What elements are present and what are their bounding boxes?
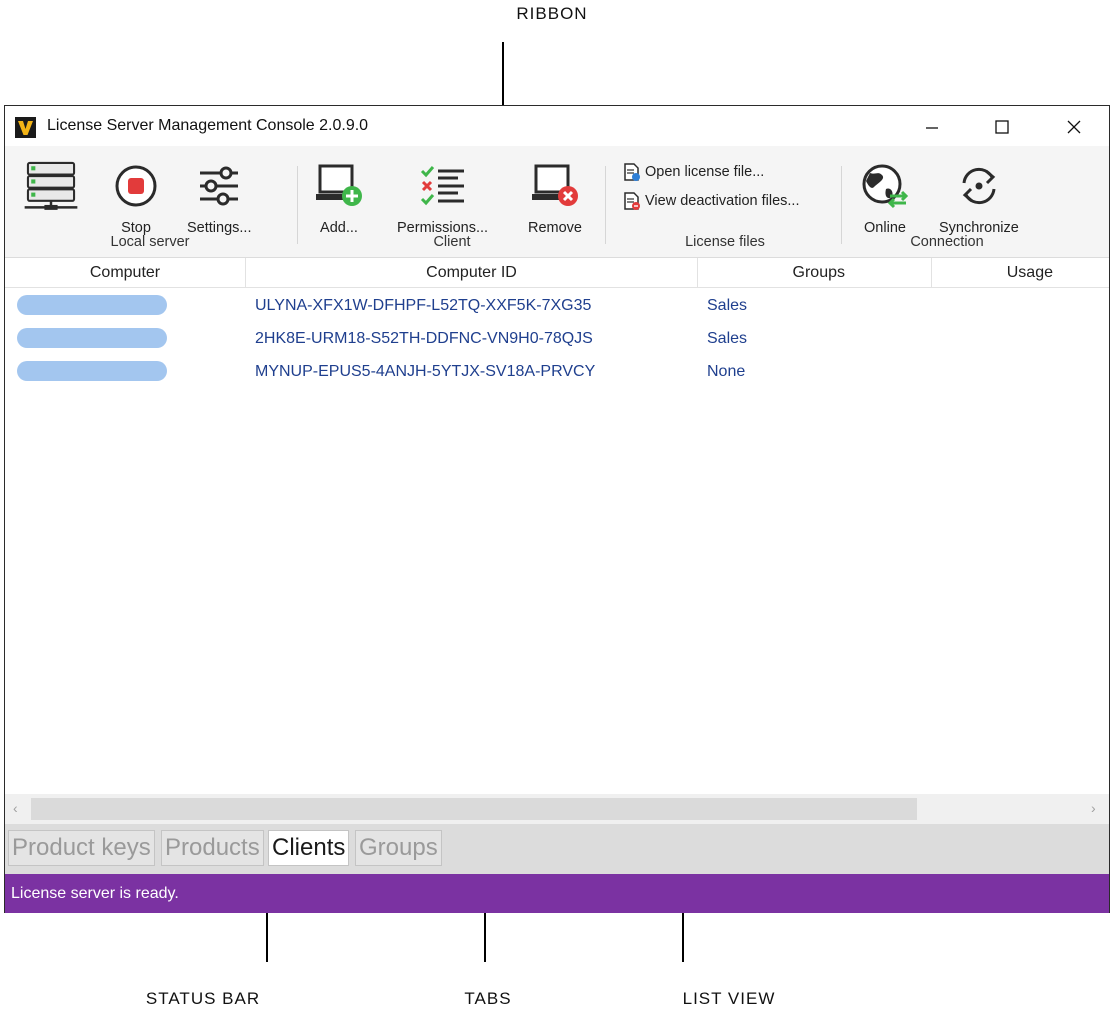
stop-icon [108, 158, 164, 214]
computer-id-cell: ULYNA-XFX1W-DFHPF-L52TQ-XXF5K-7XG35 [255, 297, 592, 314]
column-header-groups[interactable]: Groups [698, 258, 932, 288]
scroll-left-icon[interactable]: ‹ [13, 800, 18, 816]
column-header-computer[interactable]: Computer [5, 258, 246, 288]
deactivation-file-icon [621, 190, 643, 212]
ribbon: Stop Settings... Local server Add... Per… [5, 146, 1109, 258]
group-label-connection: Connection [910, 234, 984, 250]
table-row[interactable]: ULYNA-XFX1W-DFHPF-L52TQ-XXF5K-7XG35 Sale… [5, 289, 1109, 322]
ribbon-separator [841, 166, 842, 244]
computer-name-redacted [17, 295, 167, 315]
group-label-client: Client [433, 234, 471, 250]
synchronize-button[interactable]: Synchronize [939, 158, 1019, 236]
callout-label-list-view: LIST VIEW [682, 989, 776, 1008]
group-label-local-server: Local server [110, 234, 190, 250]
callout-label-status-bar: STATUS BAR [145, 989, 261, 1008]
column-header-computer-id[interactable]: Computer ID [246, 258, 698, 288]
open-license-file-label: Open license file... [645, 164, 765, 180]
maximize-button[interactable] [979, 110, 1025, 144]
online-button[interactable]: Online [857, 158, 913, 236]
column-header-usage[interactable]: Usage [932, 258, 1109, 288]
window-title: License Server Management Console 2.0.9.… [47, 117, 369, 134]
status-bar: License server is ready. [5, 874, 1109, 913]
add-computer-icon [311, 158, 367, 214]
settings-button[interactable]: Settings... [187, 158, 251, 236]
sync-icon [951, 158, 1007, 214]
tabs-bar: Product keys Products Clients Groups [5, 824, 1109, 874]
permissions-checklist-icon [415, 158, 471, 214]
scrollbar-thumb[interactable] [31, 798, 917, 820]
callout-label-tabs: TABS [464, 989, 512, 1008]
add-client-button[interactable]: Add... [311, 158, 367, 236]
remove-client-button[interactable]: Remove [527, 158, 583, 236]
horizontal-scrollbar[interactable]: ‹ › [5, 794, 1109, 824]
view-deactivation-files-button[interactable]: View deactivation files... [621, 190, 799, 212]
view-deactivation-files-label: View deactivation files... [645, 193, 800, 209]
title-bar: License Server Management Console 2.0.9.… [5, 106, 1109, 146]
license-file-icon [621, 161, 643, 183]
computer-id-cell: MYNUP-EPUS5-4ANJH-5YTJX-SV18A-PRVCY [255, 363, 596, 380]
list-view: Computer Computer ID Groups Usage ULYNA-… [5, 258, 1109, 824]
callout-label-ribbon: RIBBON [516, 4, 588, 23]
group-label-license-files: License files [685, 234, 765, 250]
app-window: License Server Management Console 2.0.9.… [4, 105, 1110, 913]
globe-sync-icon [857, 158, 913, 214]
close-button[interactable] [1051, 110, 1097, 144]
permissions-button[interactable]: Permissions... [397, 158, 488, 236]
list-header: Computer Computer ID Groups Usage [5, 258, 1109, 288]
group-cell: None [707, 363, 746, 380]
tab-clients[interactable]: Clients [268, 830, 350, 866]
minimize-button[interactable] [909, 110, 955, 144]
status-text: License server is ready. [11, 885, 179, 902]
app-logo-icon [15, 117, 36, 138]
scroll-right-icon[interactable]: › [1091, 800, 1096, 816]
computer-name-redacted [17, 328, 167, 348]
settings-sliders-icon [191, 158, 247, 214]
stop-button[interactable]: Stop [108, 158, 164, 236]
settings-label: Settings... [187, 220, 252, 236]
remove-computer-icon [527, 158, 583, 214]
tab-products[interactable]: Products [161, 830, 264, 866]
group-cell: Sales [707, 297, 748, 314]
computer-id-cell: 2HK8E-URM18-S52TH-DDFNC-VN9H0-78QJS [255, 330, 593, 347]
ribbon-separator [605, 166, 606, 244]
table-row[interactable]: MYNUP-EPUS5-4ANJH-5YTJX-SV18A-PRVCY None [5, 355, 1109, 388]
server-status-button[interactable] [23, 158, 79, 214]
computer-name-redacted [17, 361, 167, 381]
server-stack-icon [23, 158, 79, 214]
remove-label: Remove [528, 220, 582, 236]
online-label: Online [864, 220, 906, 236]
tab-product-keys[interactable]: Product keys [8, 830, 155, 866]
ribbon-separator [297, 166, 298, 244]
tab-groups[interactable]: Groups [355, 830, 442, 866]
table-row[interactable]: 2HK8E-URM18-S52TH-DDFNC-VN9H0-78QJS Sale… [5, 322, 1109, 355]
open-license-file-button[interactable]: Open license file... [621, 161, 764, 183]
group-cell: Sales [707, 330, 748, 347]
add-label: Add... [320, 220, 358, 236]
